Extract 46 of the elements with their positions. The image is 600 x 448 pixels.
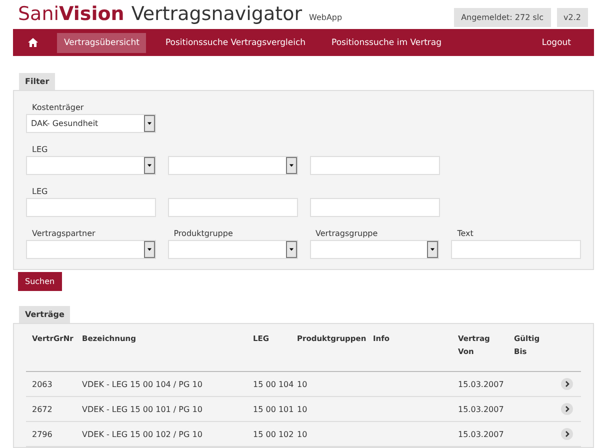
- nav-link[interactable]: Positionssuche im Vertrag: [324, 32, 449, 53]
- select-field[interactable]: [26, 240, 156, 259]
- table-cell-text: 15 00 104: [252, 380, 291, 388]
- input-field[interactable]: [310, 156, 440, 175]
- field-label: Produktgruppe: [172, 228, 234, 239]
- input-field[interactable]: [310, 198, 440, 217]
- select-field[interactable]: [168, 156, 298, 175]
- logout-link[interactable]: Logout: [534, 32, 578, 53]
- field-label: LEG: [31, 144, 49, 155]
- chevron-right-icon[interactable]: [561, 428, 573, 440]
- select-field[interactable]: [26, 156, 156, 175]
- field-label: LEG: [31, 186, 49, 197]
- app-title: Vertragsnavigator: [131, 5, 302, 24]
- nav-link[interactable]: Vertragsübersicht: [57, 32, 146, 53]
- table-cell-text: 15.03.2007: [457, 380, 505, 388]
- table-cell-text: 10: [296, 430, 308, 438]
- table-cell-text: VDEK - LEG 15 00 102 / PG 10: [81, 430, 204, 438]
- brand-logo: SaniVision: [18, 5, 124, 24]
- input-field[interactable]: [451, 240, 581, 259]
- table-cell-text: 2063: [31, 380, 54, 388]
- table-cell-text: 15.03.2007: [457, 430, 505, 438]
- table-cell-text: 15 00 102: [252, 430, 291, 438]
- status-badge: Angemeldet: 272 slc: [454, 8, 551, 28]
- field-label: Text: [456, 228, 474, 239]
- input-field[interactable]: [168, 198, 298, 217]
- table-cell-text: VDEK - LEG 15 00 104 / PG 10: [81, 380, 204, 388]
- table-cell-text: 15 00 101: [252, 404, 291, 414]
- select-field[interactable]: DAK- Gesundheit: [26, 114, 156, 133]
- table-cell-text: 10: [296, 404, 308, 414]
- table-cell-text: 15.03.2007: [457, 404, 505, 414]
- field-label: Vertragsgruppe: [314, 228, 379, 239]
- field-label: Kostenträger: [31, 102, 85, 113]
- status-badge: v2.2: [556, 8, 588, 28]
- chevron-right-icon[interactable]: [561, 378, 573, 390]
- app-subtitle: WebApp: [309, 14, 342, 22]
- nav-link[interactable]: Positionssuche Vertragsvergleich: [158, 32, 313, 53]
- input-field[interactable]: [26, 198, 156, 217]
- select-field[interactable]: [168, 240, 298, 259]
- chevron-right-icon[interactable]: [561, 403, 573, 415]
- table-cell-text: VDEK - LEG 15 00 101 / PG 10: [81, 404, 204, 414]
- table-cell-text: 2796: [31, 430, 54, 438]
- home-icon: [28, 38, 38, 48]
- field-label: Vertragspartner: [31, 228, 96, 239]
- select-field[interactable]: [310, 240, 440, 259]
- search-button[interactable]: Suchen: [18, 272, 62, 291]
- table-cell-text: 2672: [31, 404, 54, 414]
